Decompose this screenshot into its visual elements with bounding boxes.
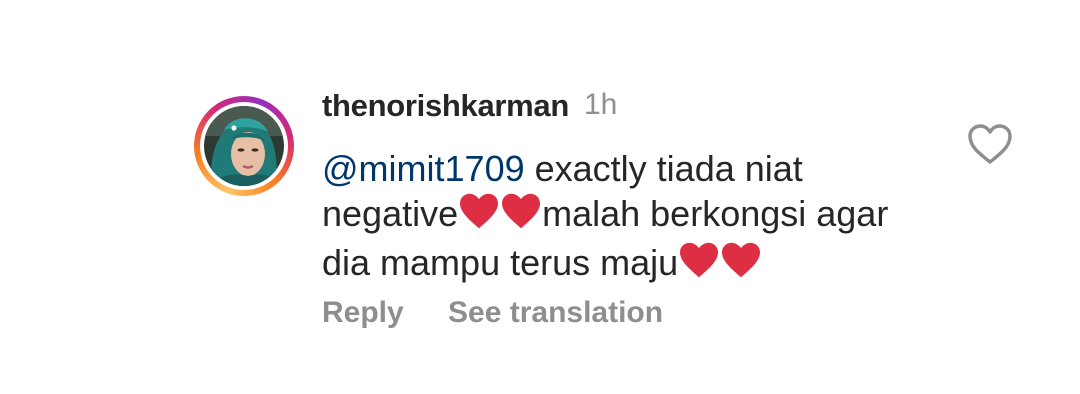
reply-button[interactable]: Reply [322,296,404,330]
avatar[interactable] [204,106,284,186]
mention-link[interactable]: @mimit1709 [322,148,525,189]
comment-text-part-4: dia mampu terus maju [322,242,679,283]
comment-timestamp: 1h [584,88,618,121]
see-translation-button[interactable]: See translation [448,296,663,330]
heart-outline-icon[interactable] [966,122,1014,166]
avatar-image [204,106,284,186]
comment-text-part-1: exactly tiada niat [534,148,803,189]
red-heart-emoji-icon [678,241,720,289]
avatar-ring-gap [200,102,288,190]
red-heart-emoji-icon [500,192,542,240]
comment-username[interactable]: thenorishkarman [322,88,569,124]
comment-text: @mimit1709 exactly tiada niat negative ma… [322,146,962,289]
comment-text-part-3: malah berkongsi agar [542,193,889,234]
comment-text-part-2: negative [322,193,459,234]
red-heart-emoji-icon [458,192,500,240]
red-heart-emoji-icon [720,241,762,289]
avatar-story-ring[interactable] [194,96,294,196]
